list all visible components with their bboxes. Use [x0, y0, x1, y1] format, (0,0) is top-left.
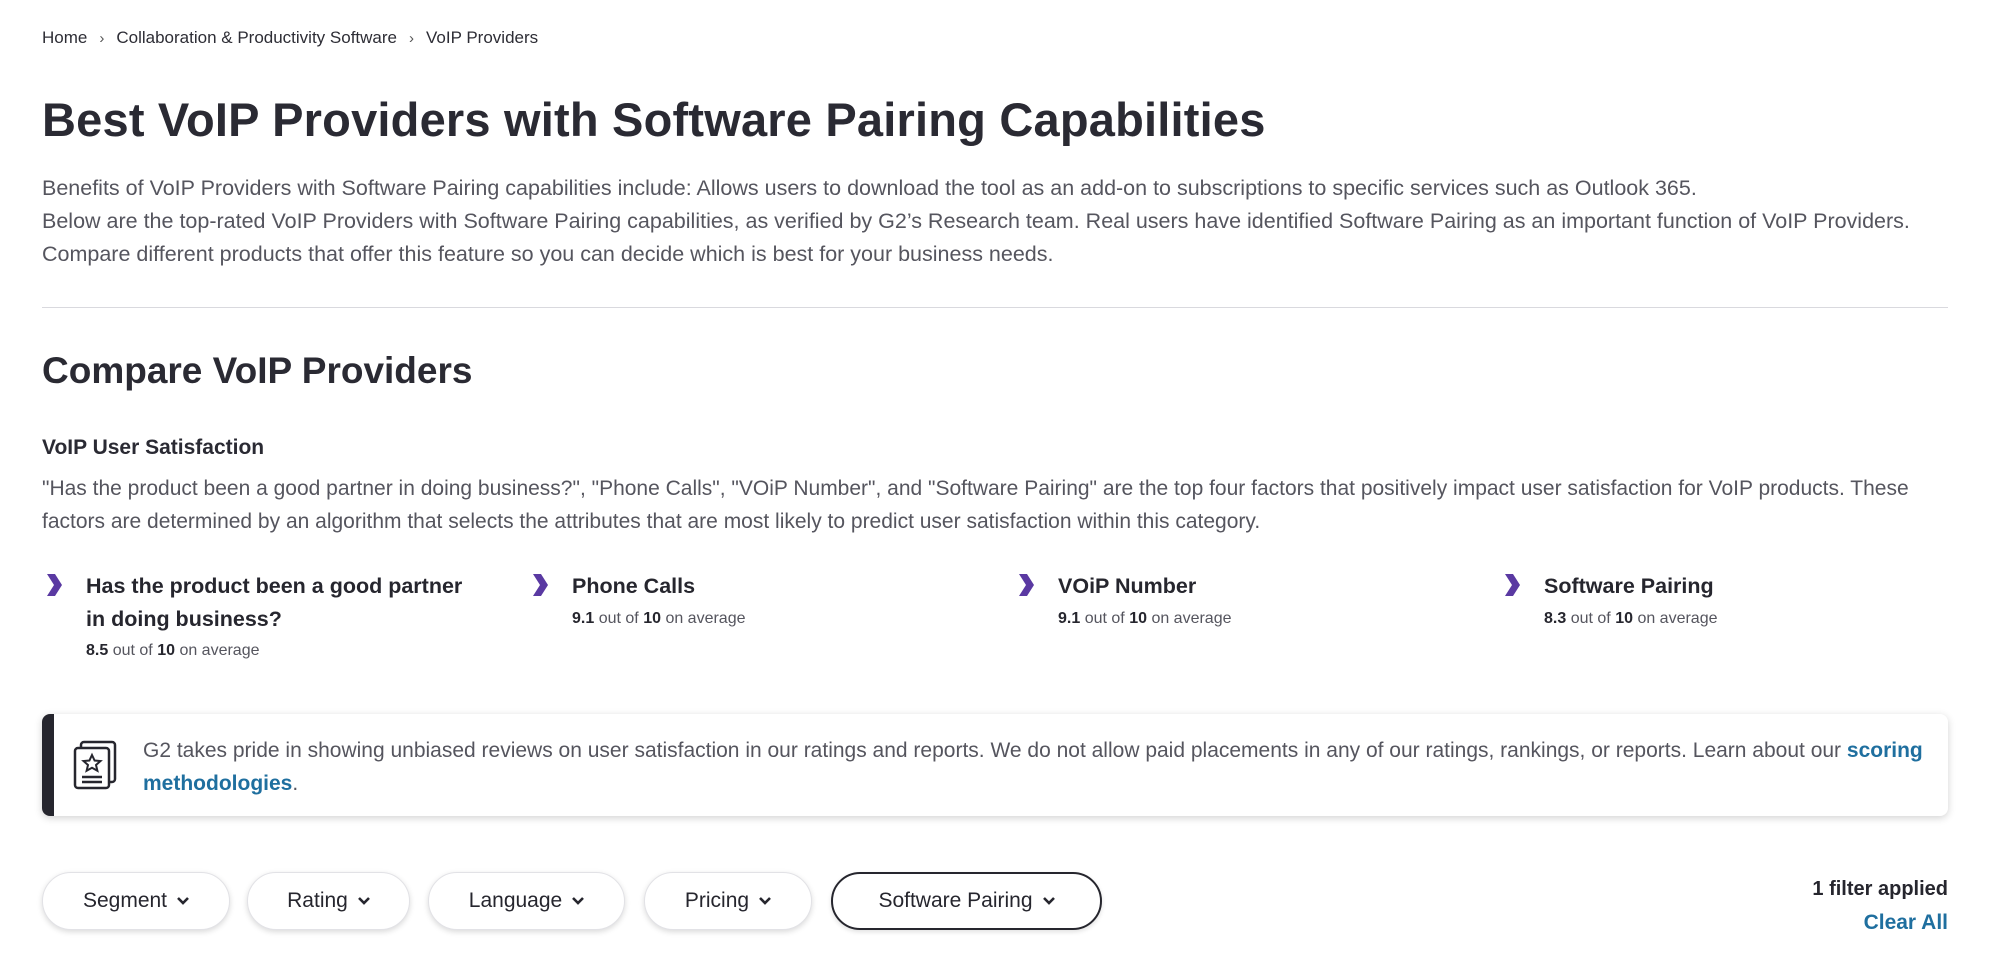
factor-score-max: 10 — [643, 610, 661, 627]
satisfaction-factors: Has the product been a good partner in d… — [42, 570, 1948, 670]
factor-score-max: 10 — [1129, 610, 1147, 627]
satisfaction-description: "Has the product been a good partner in … — [42, 477, 1909, 533]
satisfaction-title: VoIP User Satisfaction — [42, 436, 265, 459]
breadcrumb-home[interactable]: Home — [42, 28, 87, 48]
factor-score-value: 9.1 — [1058, 610, 1081, 627]
factor-score-of: out of — [112, 642, 153, 659]
factor-name: Has the product been a good partner in d… — [86, 574, 463, 631]
factor-score-max: 10 — [1615, 610, 1633, 627]
factor-score-value: 8.5 — [86, 642, 109, 659]
chevron-right-icon — [1019, 574, 1034, 596]
factor-name: Phone Calls — [572, 574, 696, 598]
filter-label: Rating — [287, 889, 348, 912]
chevron-down-icon — [177, 897, 189, 905]
page-title: Best VoIP Providers with Software Pairin… — [42, 93, 1266, 146]
breadcrumb-separator: › — [409, 29, 414, 47]
notice-end: . — [292, 772, 299, 795]
filter-rating-button[interactable]: Rating — [247, 872, 410, 930]
breadcrumb-collaboration[interactable]: Collaboration & Productivity Software — [116, 28, 397, 48]
chevron-down-icon — [759, 897, 772, 905]
filter-label: Software Pairing — [878, 889, 1033, 912]
factor-score-of: out of — [1084, 610, 1125, 627]
clear-all-link[interactable]: Clear All — [1812, 906, 1948, 940]
certificate-icon — [73, 740, 117, 790]
intro-line-1: Benefits of VoIP Providers with Software… — [42, 176, 1697, 200]
compare-title: Compare VoIP Providers — [42, 350, 473, 391]
chevron-right-icon — [533, 574, 548, 596]
notice-body: G2 takes pride in showing unbiased revie… — [143, 739, 1847, 762]
filter-bar: Segment Rating Language Pricing Software… — [42, 872, 1948, 934]
factor-score-value: 9.1 — [572, 610, 595, 627]
filter-status: 1 filter applied Clear All — [1812, 872, 1948, 940]
factor-score-value: 8.3 — [1544, 610, 1567, 627]
breadcrumb-separator: › — [99, 29, 105, 47]
filter-label: Pricing — [684, 889, 750, 912]
factor-score-suffix: on average — [1151, 610, 1232, 627]
filter-software-pairing-button[interactable]: Software Pairing — [831, 872, 1102, 930]
filter-segment-button[interactable]: Segment — [42, 872, 230, 930]
filters-applied-count: 1 filter applied — [1812, 878, 1948, 900]
unbiased-reviews-notice: G2 takes pride in showing unbiased revie… — [42, 714, 1948, 816]
factor-score: 8.3 out of 10 on average — [1544, 610, 1718, 628]
factor-score: 9.1 out of 10 on average — [572, 610, 746, 628]
filter-language-button[interactable]: Language — [428, 872, 625, 930]
factor-score-of: out of — [1570, 610, 1611, 627]
factor-score-of: out of — [598, 610, 639, 627]
factor-score-suffix: on average — [665, 610, 746, 627]
section-divider — [42, 307, 1948, 308]
chevron-right-icon — [1505, 574, 1520, 596]
chevron-right-icon — [47, 574, 62, 596]
factor-name: VOiP Number — [1058, 574, 1197, 598]
intro-line-2: Below are the top-rated VoIP Providers w… — [42, 209, 1910, 266]
breadcrumb: Home › Collaboration & Productivity Soft… — [42, 28, 538, 48]
filter-label: Segment — [82, 889, 168, 912]
breadcrumb-voip-providers[interactable]: VoIP Providers — [426, 28, 538, 48]
chevron-down-icon — [572, 897, 585, 905]
notice-accent-bar — [42, 714, 54, 816]
filter-label: Language — [468, 889, 563, 912]
factor-score: 8.5 out of 10 on average — [86, 642, 260, 660]
notice-text: G2 takes pride in showing unbiased revie… — [143, 734, 1933, 800]
filter-pricing-button[interactable]: Pricing — [644, 872, 812, 930]
factor-score-suffix: on average — [1637, 610, 1718, 627]
factor-score: 9.1 out of 10 on average — [1058, 610, 1232, 628]
factor-score-max: 10 — [157, 642, 175, 659]
factor-name: Software Pairing — [1544, 574, 1714, 598]
intro-text: Benefits of VoIP Providers with Software… — [42, 172, 1942, 271]
chevron-down-icon — [357, 897, 370, 905]
chevron-down-icon — [1042, 897, 1055, 905]
factor-score-suffix: on average — [179, 642, 260, 659]
